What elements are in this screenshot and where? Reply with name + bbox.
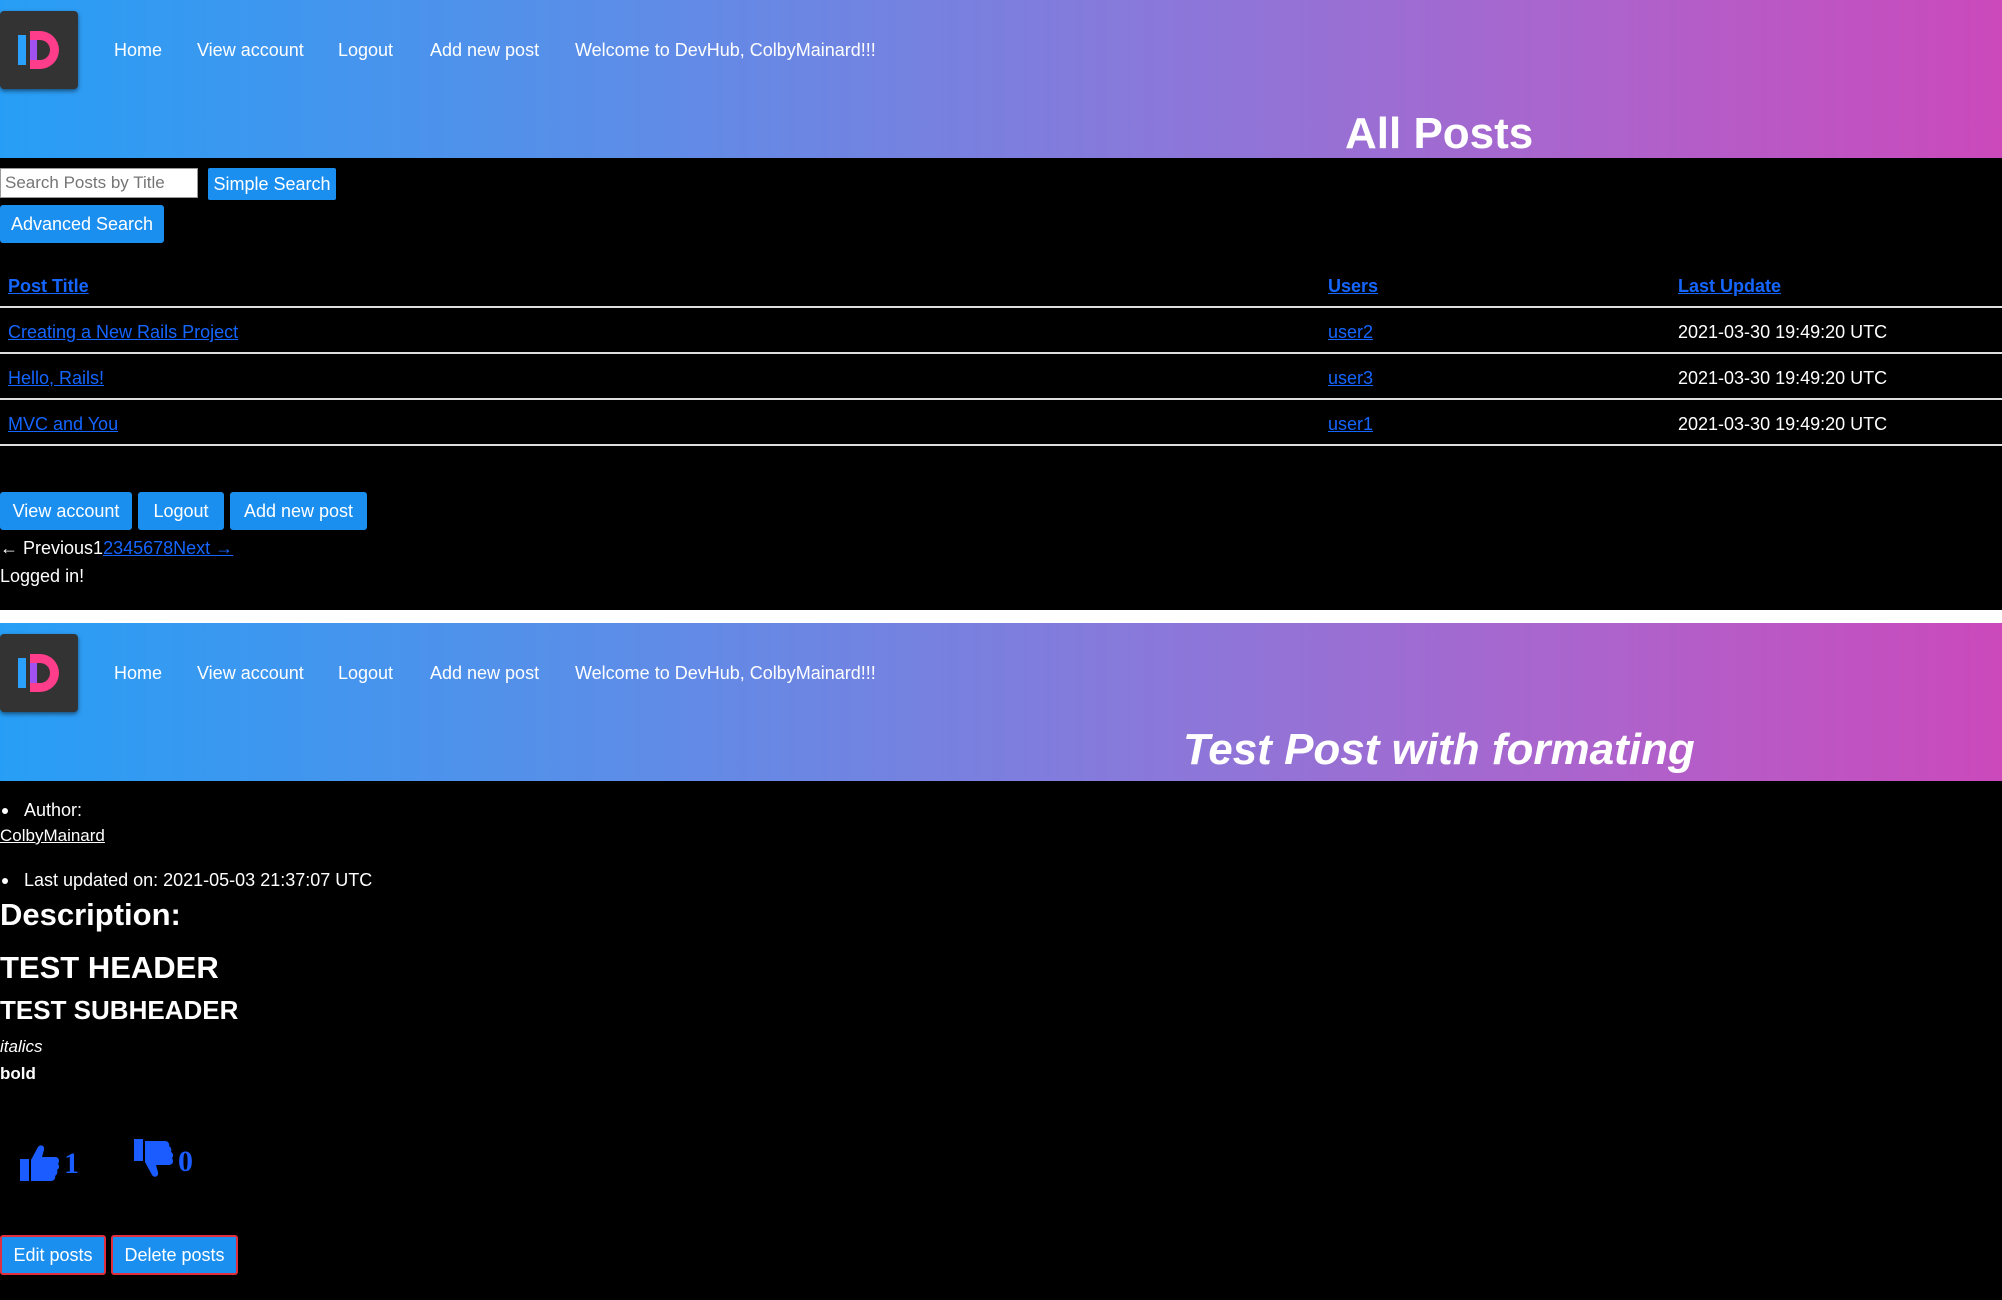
- table-divider: [0, 352, 2002, 354]
- nav-home-link[interactable]: Home: [114, 663, 162, 684]
- table-divider: [0, 398, 2002, 400]
- list-bullet: [2, 808, 8, 814]
- add-new-post-button[interactable]: Add new post: [230, 492, 367, 530]
- devhub-logo[interactable]: [0, 11, 78, 89]
- devhub-logo[interactable]: [0, 634, 78, 712]
- all-posts-page: Home View account Logout Add new post We…: [0, 0, 2002, 610]
- post-updated-text: 2021-03-30 19:49:20 UTC: [1678, 368, 1888, 388]
- author-link[interactable]: ColbyMainard: [0, 826, 105, 846]
- post-title-link[interactable]: Hello, Rails!: [8, 368, 104, 389]
- table-divider: [0, 444, 2002, 446]
- description-label: Description:: [0, 897, 181, 932]
- edit-post-button[interactable]: Edit posts: [0, 1235, 106, 1275]
- simple-search-button[interactable]: Simple Search: [208, 168, 336, 200]
- column-header-users[interactable]: Users: [1328, 276, 1378, 297]
- pagination-previous: ← Previous: [0, 538, 94, 558]
- like-button[interactable]: 1: [18, 1141, 98, 1191]
- post-updated-text: 2021-03-30 19:49:20 UTC: [1678, 322, 1888, 342]
- last-updated-text: Last updated on: 2021-05-03 21:37:07 UTC: [24, 870, 373, 890]
- thumbs-up-icon: [20, 1145, 60, 1181]
- nav-logout-link[interactable]: Logout: [338, 663, 393, 684]
- post-user-link[interactable]: user2: [1328, 322, 1373, 343]
- column-header-last-update[interactable]: Last Update: [1678, 276, 1781, 297]
- devhub-logo-icon: [18, 654, 59, 692]
- column-header-post-title[interactable]: Post Title: [8, 276, 89, 297]
- pagination-page-link[interactable]: 6: [143, 538, 153, 558]
- pagination-page-link[interactable]: 5: [133, 538, 143, 558]
- post-user-link[interactable]: user1: [1328, 414, 1373, 435]
- login-status: Logged in!: [0, 566, 85, 586]
- pagination-page-link[interactable]: 7: [153, 538, 163, 558]
- content-bold: bold: [0, 1064, 36, 1083]
- pagination-page-link[interactable]: 2: [103, 538, 113, 558]
- site-header: Home View account Logout Add new post We…: [0, 0, 2002, 158]
- post-title-link[interactable]: Creating a New Rails Project: [8, 322, 238, 343]
- nav-add-new-post-link[interactable]: Add new post: [430, 663, 539, 684]
- post-detail-page: Home View account Logout Add new post We…: [0, 623, 2002, 1300]
- nav-view-account-link[interactable]: View account: [197, 663, 304, 684]
- nav-home-link[interactable]: Home: [114, 40, 162, 61]
- content-subheader: TEST SUBHEADER: [0, 995, 239, 1025]
- nav-logout-link[interactable]: Logout: [338, 40, 393, 61]
- view-account-button[interactable]: View account: [0, 492, 132, 530]
- dislike-count: 0: [178, 1145, 193, 1178]
- list-bullet: [2, 878, 8, 884]
- pagination: ← Previous12345678Next →: [0, 538, 233, 559]
- logout-button[interactable]: Logout: [138, 492, 224, 530]
- post-user-link[interactable]: user3: [1328, 368, 1373, 389]
- pagination-page-link[interactable]: 3: [113, 538, 123, 558]
- delete-post-button[interactable]: Delete posts: [111, 1235, 238, 1275]
- nav-view-account-link[interactable]: View account: [197, 40, 304, 61]
- author-label: Author:: [24, 800, 83, 820]
- search-input[interactable]: [0, 168, 198, 198]
- pagination-page-link[interactable]: 4: [123, 538, 133, 558]
- page-title: All Posts: [1345, 109, 1534, 158]
- post-title-link[interactable]: MVC and You: [8, 414, 118, 435]
- table-divider: [0, 306, 2002, 308]
- welcome-message: Welcome to DevHub, ColbyMainard!!!: [575, 663, 876, 683]
- pagination-next-link[interactable]: Next →: [173, 538, 233, 558]
- content-italics: italics: [0, 1037, 43, 1056]
- pagination-page-link[interactable]: 8: [163, 538, 173, 558]
- welcome-message: Welcome to DevHub, ColbyMainard!!!: [575, 40, 876, 60]
- screenshot-canvas: Home View account Logout Add new post We…: [0, 0, 2002, 1300]
- nav-add-new-post-link[interactable]: Add new post: [430, 40, 539, 61]
- site-header: Home View account Logout Add new post We…: [0, 623, 2002, 781]
- advanced-search-button[interactable]: Advanced Search: [0, 205, 164, 243]
- thumbs-down-icon: [134, 1139, 174, 1177]
- like-count: 1: [64, 1147, 79, 1180]
- post-updated-text: 2021-03-30 19:49:20 UTC: [1678, 414, 1888, 434]
- dislike-button[interactable]: 0: [132, 1133, 212, 1183]
- post-title: Test Post with formating: [1183, 725, 1695, 774]
- content-header: TEST HEADER: [0, 950, 219, 985]
- pagination-current-page: 1: [93, 538, 104, 558]
- devhub-logo-icon: [18, 31, 59, 69]
